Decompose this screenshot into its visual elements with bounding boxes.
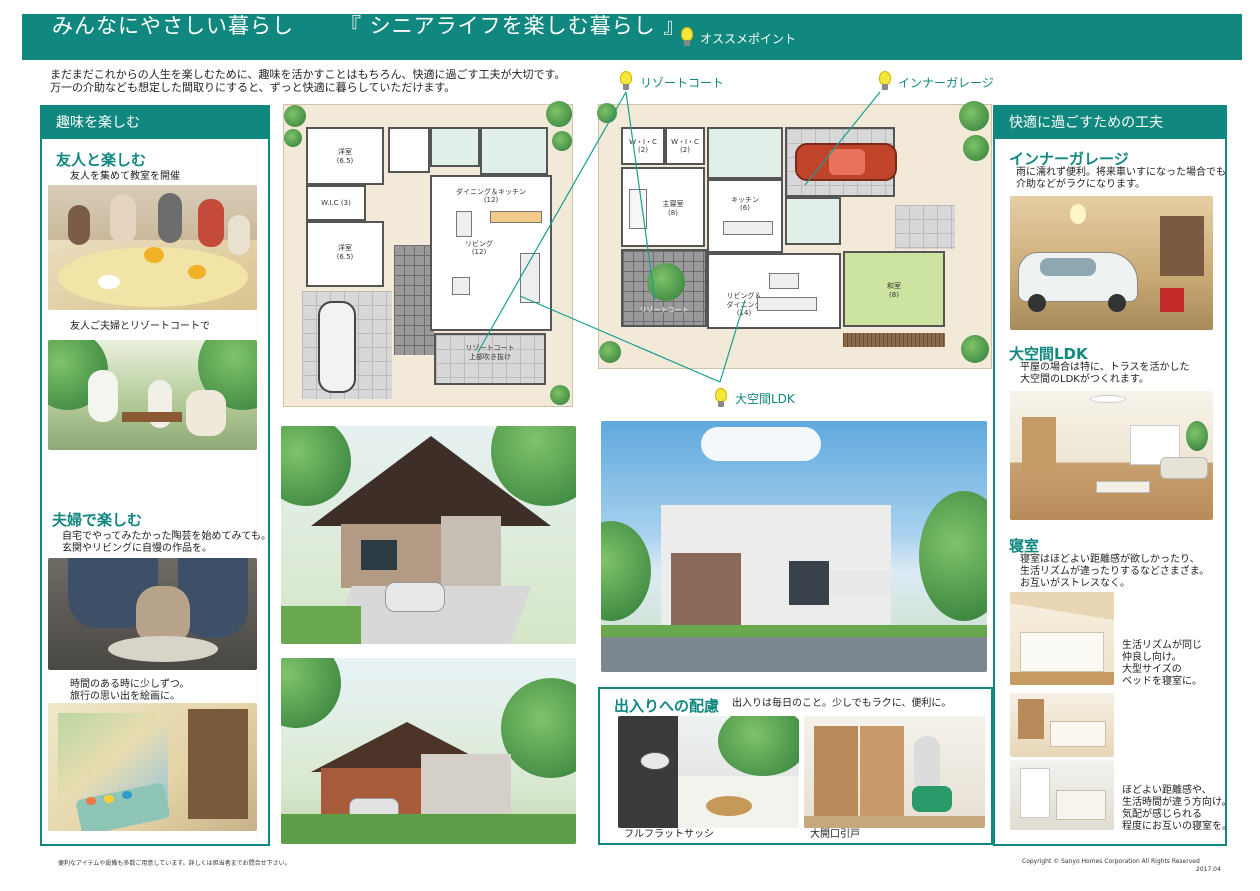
sliding-door-photo <box>804 716 985 828</box>
inner-garage-photo <box>1010 196 1213 330</box>
bedroom-text-line1: 寝室はほどよい距離感が欲しかったり、 <box>1020 554 1200 565</box>
garage-text: 雨に濡れず便利。将来車いすになった場合でも 介助などがラクになります。 <box>1016 167 1226 191</box>
sliding-door-caption: 大開口引戸 <box>810 829 860 840</box>
bedroom-text-line3: お互いがストレスなく。 <box>1020 578 1130 589</box>
bedroom-note-2-line3: 気配が感じられる <box>1122 809 1202 820</box>
bedroom-text: 寝室はほどよい距離感が欲しかったり、 生活リズムが違ったりするなどさまざま。 お… <box>1020 554 1209 590</box>
exterior-render-hip-roof <box>281 426 576 644</box>
entry-text: 出入りは毎日のこと。少しでもラクに、便利に。 <box>732 698 952 709</box>
bedroom-separate-photo-1 <box>1010 693 1114 757</box>
garage-heading: インナーガレージ <box>1009 150 1129 168</box>
ldk-text-line1: 平屋の場合は特に、トラスを活かした <box>1020 362 1190 373</box>
comfort-panel-title: 快適に過ごすための工夫 <box>995 107 1225 139</box>
footer-date: 2017.04 <box>1196 866 1221 873</box>
bedroom-note-1-line4: ベッドを寝室に。 <box>1122 676 1202 687</box>
footer-copyright: Copyright © Sanyo Homes Corporation All … <box>1022 858 1200 865</box>
bedroom-note-2-line4: 程度にお互いの寝室を。 <box>1122 821 1232 832</box>
exterior-render-gable-roof <box>281 658 576 844</box>
entry-heading: 出入りへの配慮 <box>614 697 720 715</box>
bedroom-text-line2: 生活リズムが違ったりするなどさまざま。 <box>1020 566 1210 577</box>
footer-note: 便利なアイテムや設備も多数ご用意しています。詳しくは担当者までお問合せ下さい。 <box>58 860 291 867</box>
full-flat-sash-caption: フルフラットサッシ <box>624 829 714 840</box>
ldk-text: 平屋の場合は特に、トラスを活かした 大空間のLDKがつくれます。 <box>1020 362 1190 386</box>
bedroom-note-1-line2: 仲良し向け。 <box>1122 652 1182 663</box>
bedroom-note-2-line1: ほどよい距離感や、 <box>1122 785 1212 796</box>
bedroom-separate-photo-2 <box>1010 760 1114 830</box>
bedroom-note-2: ほどよい距離感や、 生活時間が違う方向け。 気配が感じられる 程度にお互いの寝室… <box>1122 785 1232 833</box>
garage-text-line1: 雨に濡れず便利。将来車いすになった場合でも <box>1016 167 1226 178</box>
exterior-render-flat-roof <box>601 421 987 672</box>
full-flat-sash-photo <box>618 716 799 828</box>
garage-text-line2: 介助などがラクになります。 <box>1016 179 1145 190</box>
bedroom-note-2-line2: 生活時間が違う方向け。 <box>1122 797 1232 808</box>
bedroom-note-1-line1: 生活リズムが同じ <box>1122 640 1202 651</box>
large-ldk-photo <box>1010 391 1213 520</box>
bedroom-heading: 寝室 <box>1009 537 1040 555</box>
ldk-heading: 大空間LDK <box>1009 345 1088 363</box>
bedroom-note-1: 生活リズムが同じ 仲良し向け。 大型サイズの ベッドを寝室に。 <box>1122 640 1202 688</box>
bedroom-note-1-line3: 大型サイズの <box>1122 664 1182 675</box>
ldk-text-line2: 大空間のLDKがつくれます。 <box>1020 374 1149 385</box>
bedroom-large-bed-photo <box>1010 592 1114 685</box>
